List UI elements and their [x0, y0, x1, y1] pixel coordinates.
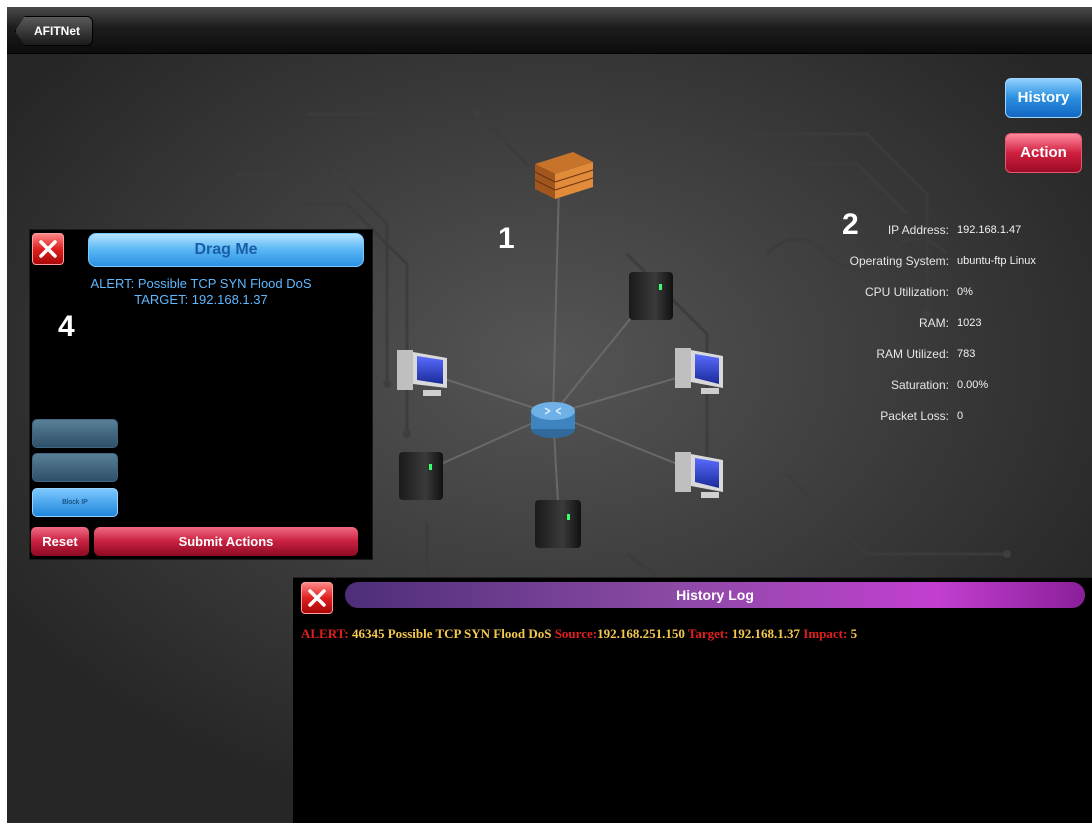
- server-icon[interactable]: [535, 500, 581, 548]
- history-log-entry: ALERT: 46345 Possible TCP SYN Flood DoS …: [301, 626, 857, 642]
- info-label: IP Address:: [887, 223, 949, 237]
- info-value: 0: [957, 410, 964, 422]
- app-screen: AFITNet History Action 1 2 IP Address: 1…: [7, 7, 1092, 823]
- history-log-title: History Log: [345, 582, 1085, 608]
- action-button[interactable]: Action: [1005, 133, 1082, 173]
- info-value: 0.00%: [957, 379, 989, 391]
- block-ip-button[interactable]: Block IP: [32, 488, 118, 517]
- info-row-saturation: Saturation: 0.00%: [807, 378, 1087, 409]
- info-value: ubuntu-ftp Linux: [957, 255, 1036, 267]
- back-button[interactable]: AFITNet: [15, 16, 93, 46]
- entry-impact-value: 5: [850, 626, 858, 641]
- entry-source-label: Source:: [554, 626, 598, 641]
- alert-panel[interactable]: Drag Me ALERT: Possible TCP SYN Flood Do…: [29, 229, 373, 560]
- navigation-bar: AFITNet: [7, 7, 1092, 54]
- info-row-os: Operating System: ubuntu-ftp Linux: [807, 254, 1087, 285]
- drag-handle[interactable]: Drag Me: [88, 233, 364, 267]
- info-label: Packet Loss:: [880, 409, 949, 423]
- router-icon[interactable]: [531, 402, 575, 438]
- info-label: CPU Utilization:: [864, 285, 949, 299]
- info-value: 192.168.1.47: [957, 224, 1022, 236]
- info-row-ram-utilized: RAM Utilized: 783: [807, 347, 1087, 378]
- action-option-button[interactable]: [32, 419, 118, 448]
- info-row-ram: RAM: 1023: [807, 316, 1087, 347]
- info-row-cpu: CPU Utilization: 0%: [807, 285, 1087, 316]
- close-history-button[interactable]: [301, 582, 333, 614]
- submit-actions-button[interactable]: Submit Actions: [94, 527, 358, 556]
- entry-impact-label: Impact:: [803, 626, 848, 641]
- info-label: RAM Utilized:: [876, 347, 949, 361]
- info-value: 783: [957, 348, 976, 360]
- entry-target-value: 192.168.1.37: [731, 626, 801, 641]
- close-icon: [308, 589, 326, 607]
- info-label: RAM:: [919, 316, 949, 330]
- entry-target-label: Target:: [687, 626, 729, 641]
- info-value: 1023: [957, 317, 982, 329]
- entry-source-value: 192.168.251.150: [597, 626, 685, 641]
- entry-alert-label: ALERT:: [301, 626, 349, 641]
- history-log-panel: History Log ALERT: 46345 Possible TCP SY…: [293, 577, 1092, 823]
- info-label: Operating System:: [849, 254, 949, 268]
- node-info-panel: IP Address: 192.168.1.47 Operating Syste…: [807, 223, 1087, 440]
- history-button[interactable]: History: [1005, 78, 1082, 118]
- info-label: Saturation:: [890, 378, 949, 392]
- alert-message: ALERT: Possible TCP SYN Flood DoS: [90, 276, 312, 291]
- server-icon[interactable]: [629, 272, 673, 320]
- marker-1: 1: [498, 222, 515, 255]
- action-option-button[interactable]: [32, 453, 118, 482]
- alert-target: TARGET: 192.168.1.37: [134, 292, 268, 307]
- marker-4: 4: [58, 310, 75, 343]
- info-row-packet-loss: Packet Loss: 0: [807, 409, 1087, 440]
- close-alert-button[interactable]: [32, 233, 64, 265]
- info-row-ip: IP Address: 192.168.1.47: [807, 223, 1087, 254]
- close-icon: [39, 240, 57, 258]
- reset-button[interactable]: Reset: [31, 527, 89, 556]
- info-value: 0%: [957, 286, 973, 298]
- entry-alert-text: 46345 Possible TCP SYN Flood DoS: [351, 626, 552, 641]
- server-icon[interactable]: [399, 452, 443, 500]
